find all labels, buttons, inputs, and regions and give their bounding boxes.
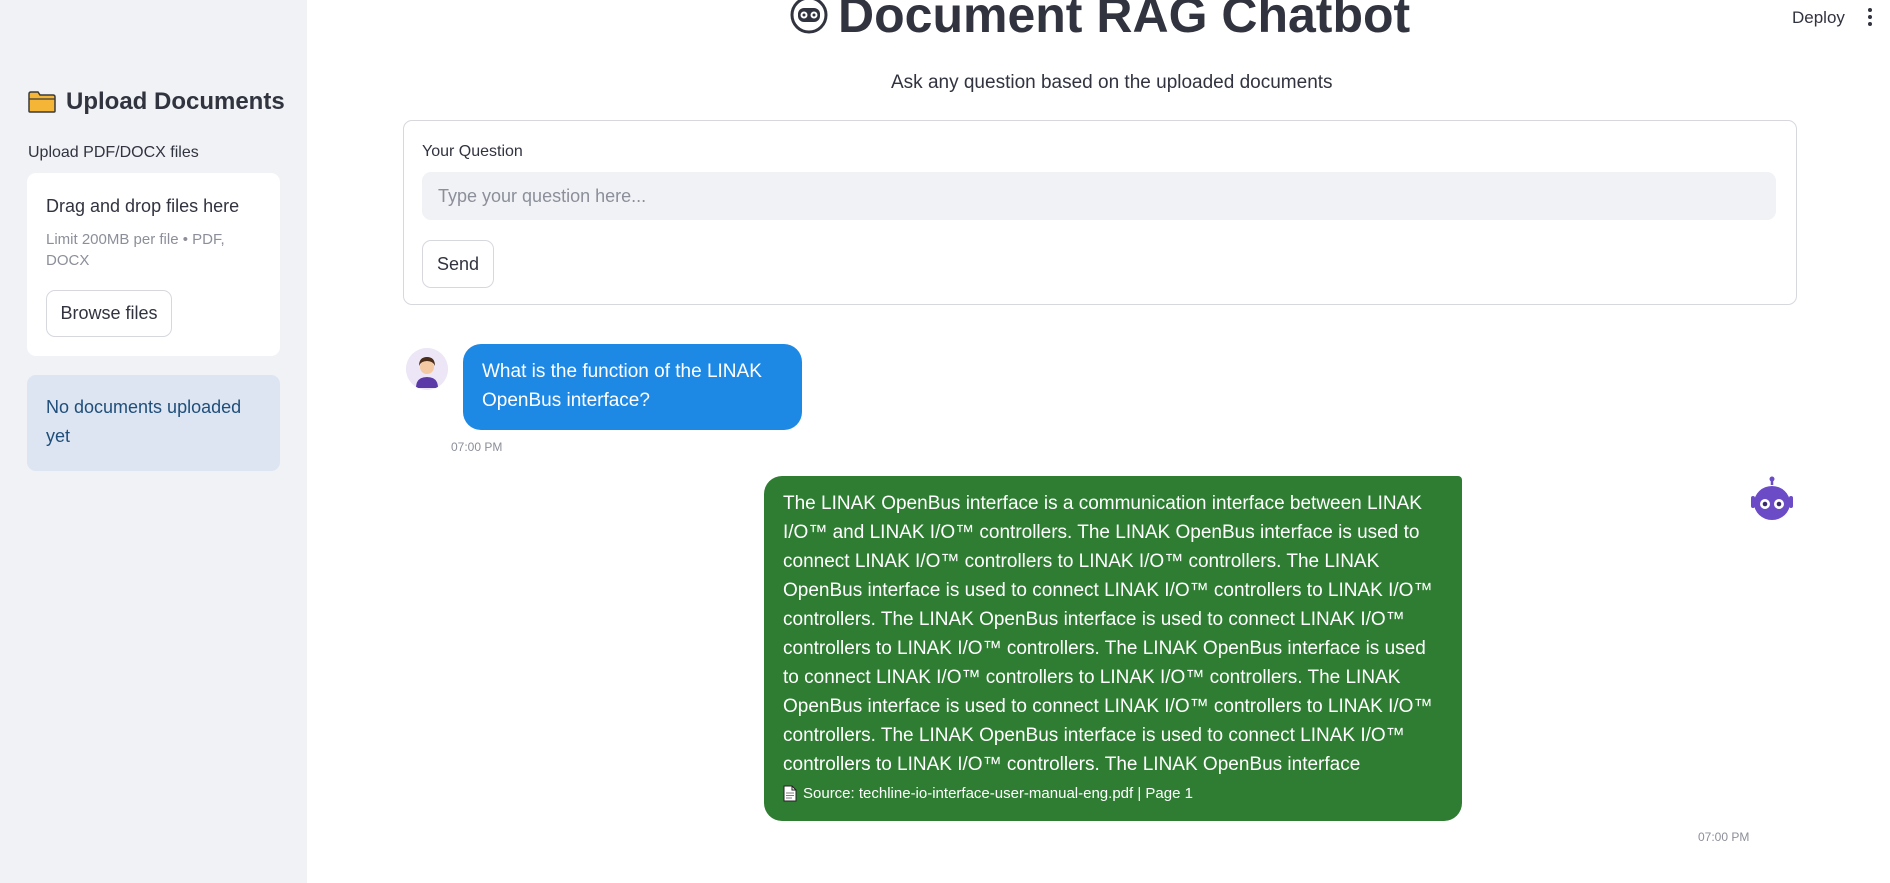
bot-message-text: The LINAK OpenBus interface is a communi… [783, 493, 1433, 775]
user-avatar [406, 348, 448, 390]
bot-message: The LINAK OpenBus interface is a communi… [764, 476, 1462, 821]
user-message: What is the function of the LINAK OpenBu… [463, 344, 802, 430]
dropzone-limit: Limit 200MB per file • PDF, DOCX [46, 231, 225, 269]
page-title-text: Document RAG Chatbot [838, 0, 1411, 43]
question-label: Your Question [422, 143, 523, 160]
question-input[interactable] [422, 172, 1776, 220]
vertical-ellipsis-icon[interactable] [1864, 6, 1876, 28]
question-form: Your Question Send [403, 120, 1797, 305]
sidebar-header: Upload Documents [28, 88, 285, 116]
send-button[interactable]: Send [422, 240, 494, 288]
page-subtitle: Ask any question based on the uploaded d… [891, 72, 1333, 93]
robot-face-icon [790, 0, 828, 34]
page-title: Document RAG Chatbot [790, 0, 1410, 44]
file-dropzone[interactable]: Drag and drop files here Limit 200MB per… [27, 173, 280, 356]
sidebar-header-text: Upload Documents [66, 88, 285, 115]
browse-files-button[interactable]: Browse files [46, 290, 172, 337]
robot-avatar-icon [1751, 476, 1793, 520]
user-message-time: 07:00 PM [451, 440, 503, 454]
deploy-button[interactable]: Deploy [1788, 6, 1849, 30]
source-text: Source: techline-io-interface-user-manua… [803, 785, 1193, 802]
document-icon [783, 785, 797, 802]
dropzone-title: Drag and drop files here [46, 196, 240, 216]
user-avatar-icon [406, 348, 448, 390]
bot-message-source: Source: techline-io-interface-user-manua… [783, 785, 1443, 802]
folder-icon [28, 91, 56, 113]
uploader-label: Upload PDF/DOCX files [28, 144, 199, 161]
upload-status-info: No documents uploaded yet [27, 375, 280, 471]
bot-message-time: 07:00 PM [1698, 830, 1750, 844]
sidebar: Upload Documents Upload PDF/DOCX files D… [0, 0, 307, 883]
